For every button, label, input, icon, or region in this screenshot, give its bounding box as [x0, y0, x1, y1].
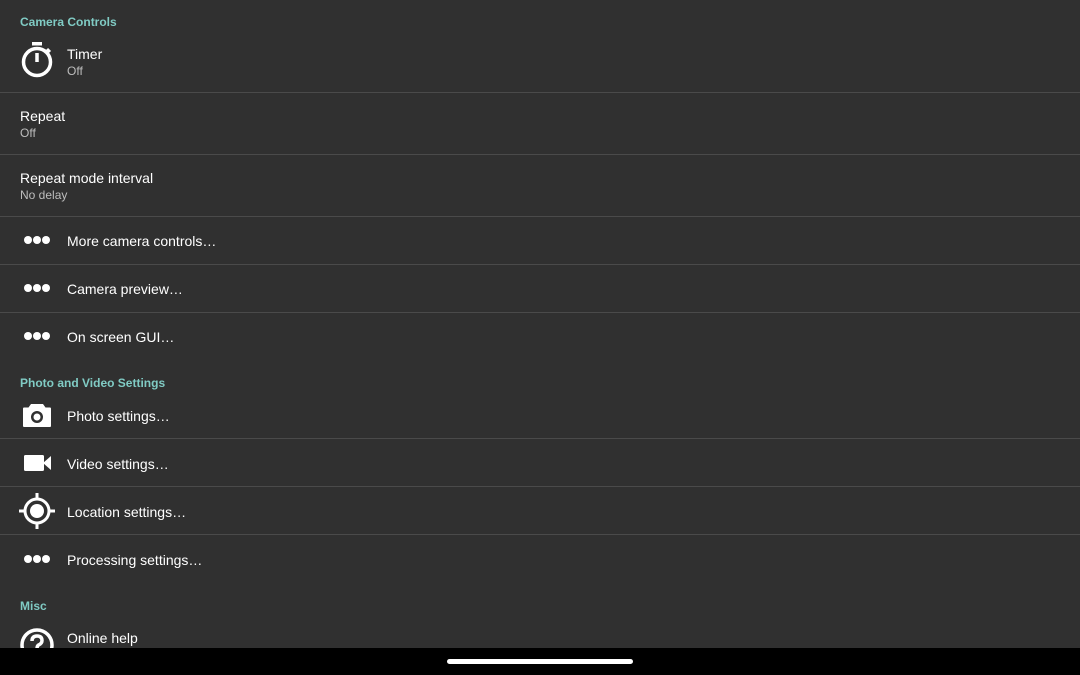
repeat-interval-summary: No delay: [20, 188, 68, 202]
timer-setting[interactable]: Timer Off: [0, 31, 1080, 92]
repeat-setting[interactable]: Repeat Off: [0, 93, 1080, 154]
online-help-item[interactable]: Online help: [0, 614, 1080, 648]
section-header-photo-video: Photo and Video Settings: [20, 376, 166, 390]
more-dots-icon: [24, 555, 50, 563]
more-dots-icon: [24, 284, 50, 292]
repeat-interval-title: Repeat mode interval: [20, 170, 154, 186]
repeat-summary: Off: [20, 126, 36, 140]
repeat-interval-setting[interactable]: Repeat mode interval No delay: [0, 155, 1080, 216]
gps-location-icon: [19, 493, 55, 529]
section-header-camera-controls: Camera Controls: [20, 15, 117, 29]
online-help-title: Online help: [67, 630, 138, 646]
timer-summary: Off: [67, 64, 83, 78]
more-dots-icon: [24, 236, 50, 244]
camera-icon: [23, 404, 51, 427]
settings-screen: Camera Controls Timer Off Repeat Off Rep…: [0, 0, 1080, 648]
help-icon: [20, 628, 54, 648]
more-camera-controls-title: More camera controls…: [67, 233, 217, 249]
location-settings-item[interactable]: Location settings…: [0, 487, 1080, 534]
videocam-icon: [24, 455, 51, 471]
home-gesture-handle[interactable]: [447, 659, 633, 664]
location-settings-title: Location settings…: [67, 504, 187, 520]
more-camera-controls-item[interactable]: More camera controls…: [0, 217, 1080, 264]
processing-settings-item[interactable]: Processing settings…: [0, 535, 1080, 582]
photo-settings-item[interactable]: Photo settings…: [0, 391, 1080, 438]
timer-title: Timer: [67, 46, 103, 62]
processing-settings-title: Processing settings…: [67, 552, 203, 568]
camera-preview-item[interactable]: Camera preview…: [0, 265, 1080, 312]
on-screen-gui-item[interactable]: On screen GUI…: [0, 313, 1080, 360]
timer-icon: [21, 42, 53, 78]
more-dots-icon: [24, 332, 50, 340]
repeat-title: Repeat: [20, 108, 66, 124]
photo-settings-title: Photo settings…: [67, 408, 170, 424]
section-header-misc: Misc: [20, 599, 47, 613]
navigation-bar: [0, 648, 1080, 675]
camera-preview-title: Camera preview…: [67, 281, 183, 297]
video-settings-title: Video settings…: [67, 456, 169, 472]
video-settings-item[interactable]: Video settings…: [0, 439, 1080, 486]
on-screen-gui-title: On screen GUI…: [67, 329, 175, 345]
